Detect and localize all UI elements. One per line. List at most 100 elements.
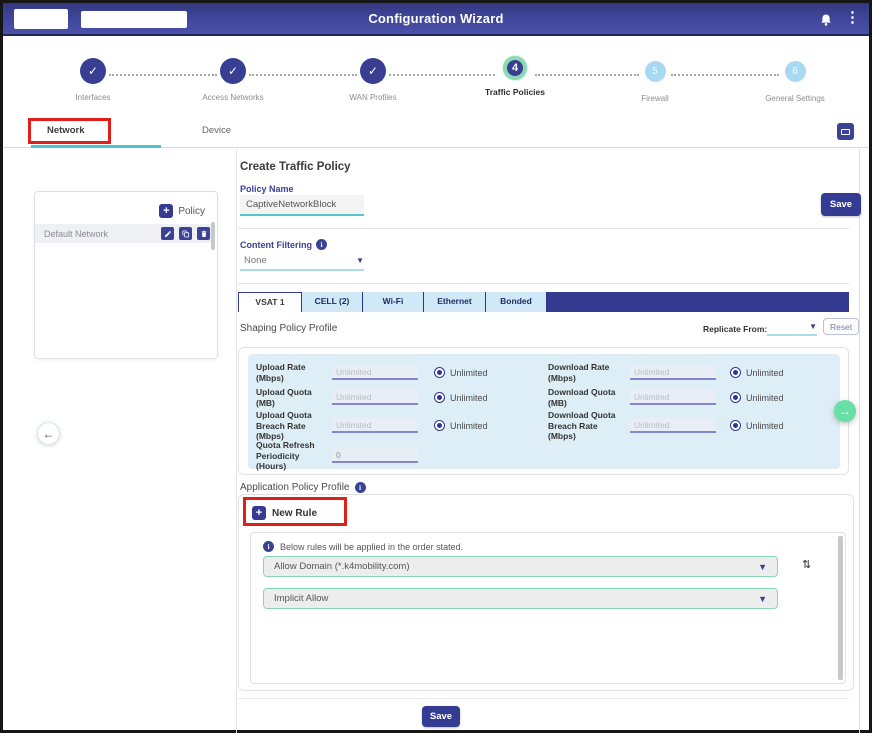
step-label: Access Networks — [173, 93, 293, 102]
download-breach-rate-input[interactable] — [630, 418, 716, 433]
step-number: 5 — [652, 66, 658, 77]
new-rule-button[interactable]: + New Rule — [252, 506, 317, 520]
stepper-step-firewall[interactable]: 5 Firewall — [595, 58, 715, 103]
replicate-from-label: Replicate From: — [703, 324, 767, 334]
footer-divider — [238, 698, 849, 699]
main-scroll-track[interactable] — [859, 149, 860, 733]
stepper-step-general-settings[interactable]: 6 General Settings — [735, 58, 855, 103]
stepper-step-wan-profiles[interactable]: ✓ WAN Profiles — [313, 58, 433, 102]
notifications-button[interactable] — [817, 11, 835, 29]
tab-ethernet[interactable]: Ethernet — [424, 292, 486, 312]
download-breach-unlimited-radio[interactable] — [730, 420, 741, 431]
field-label: Upload Quota (MB) — [256, 387, 328, 408]
back-button[interactable]: ← — [37, 422, 60, 445]
policy-name-input[interactable] — [240, 195, 364, 216]
download-quota-unlimited-radio[interactable] — [730, 392, 741, 403]
quota-refresh-field: Quota Refresh Periodicity (Hours) — [256, 440, 418, 472]
next-interface-button[interactable]: → — [834, 400, 856, 422]
copy-policy-button[interactable] — [179, 227, 192, 240]
shaping-profile-box: Upload Rate (Mbps) Unlimited Download Ra… — [238, 347, 849, 475]
window-icon — [841, 129, 850, 135]
download-rate-unlimited-radio[interactable] — [730, 367, 741, 378]
download-rate-input[interactable] — [630, 365, 716, 380]
upload-breach-rate-field: Upload Quota Breach Rate (Mbps) Unlimite… — [256, 410, 488, 442]
rules-info-row: i Below rules will be applied in the ord… — [263, 541, 463, 552]
save-button-bottom[interactable]: Save — [422, 706, 460, 727]
quota-refresh-input[interactable] — [332, 448, 418, 463]
info-icon: i — [263, 541, 274, 552]
tab-network[interactable]: Network — [47, 125, 84, 136]
upload-breach-rate-input[interactable] — [332, 418, 418, 433]
stepper-step-access-networks[interactable]: ✓ Access Networks — [173, 58, 293, 102]
app-window: { "header": { "title": "Configuration Wi… — [0, 0, 872, 733]
download-quota-input[interactable] — [630, 390, 716, 405]
top-header-bar: Configuration Wizard ⋮ — [3, 3, 869, 36]
active-tab-indicator — [31, 145, 161, 148]
field-label: Download Rate (Mbps) — [548, 362, 626, 383]
radio-label: Unlimited — [746, 393, 784, 403]
reorder-rule-handle[interactable]: ⇅ — [802, 558, 811, 571]
add-policy-label: Policy — [178, 206, 205, 217]
step-number: 4 — [512, 62, 518, 74]
step-label: Interfaces — [33, 93, 153, 102]
radio-label: Unlimited — [450, 368, 488, 378]
sidebar-divider — [236, 149, 237, 733]
field-label: Download Quota (MB) — [548, 387, 626, 408]
step-label: WAN Profiles — [313, 93, 433, 102]
interface-tab-strip: VSAT 1 CELL (2) Wi-Fi Ethernet Bonded — [238, 292, 849, 312]
radio-label: Unlimited — [746, 368, 784, 378]
kebab-menu-icon[interactable]: ⋮ — [845, 8, 859, 26]
upload-rate-unlimited-radio[interactable] — [434, 367, 445, 378]
radio-label: Unlimited — [450, 421, 488, 431]
reset-button[interactable]: Reset — [823, 318, 859, 335]
copy-icon — [182, 230, 190, 238]
field-label: Quota Refresh Periodicity (Hours) — [256, 440, 328, 472]
policy-list-item-default-network[interactable]: Default Network — [35, 224, 214, 243]
edit-policy-button[interactable] — [161, 227, 174, 240]
rule-dropdown-implicit-allow[interactable]: Implicit Allow ▼ — [263, 588, 778, 609]
policy-name-label: Policy Name — [240, 184, 294, 194]
save-button-top[interactable]: Save — [821, 193, 861, 216]
stepper-step-interfaces[interactable]: ✓ Interfaces — [33, 58, 153, 102]
upload-rate-field: Upload Rate (Mbps) Unlimited — [256, 362, 488, 383]
rule-value: Allow Domain (*.k4mobility.com) — [264, 561, 758, 572]
content-filtering-value: None — [240, 255, 356, 266]
stepper-step-traffic-policies[interactable]: 4 Traffic Policies — [455, 56, 575, 97]
rules-scrollbar[interactable] — [838, 536, 843, 680]
upload-breach-unlimited-radio[interactable] — [434, 420, 445, 431]
panel-scrollbar[interactable] — [211, 222, 215, 250]
upload-quota-input[interactable] — [332, 390, 418, 405]
tab-cell[interactable]: CELL (2) — [302, 292, 363, 312]
content-filtering-text: Content Filtering — [240, 240, 312, 250]
download-breach-rate-field: Download Quota Breach Rate (Mbps) Unlimi… — [548, 410, 784, 442]
download-quota-field: Download Quota (MB) Unlimited — [548, 387, 784, 408]
replicate-from-select[interactable]: ▼ — [767, 318, 817, 336]
tab-device[interactable]: Device — [202, 125, 231, 136]
content-filtering-select[interactable]: None ▼ — [240, 251, 364, 271]
field-label: Download Quota Breach Rate (Mbps) — [548, 410, 626, 442]
add-policy-button[interactable]: + Policy — [159, 204, 205, 218]
info-icon: i — [316, 239, 327, 250]
radio-label: Unlimited — [746, 421, 784, 431]
arrow-right-icon: → — [839, 404, 851, 418]
step-label: Firewall — [595, 94, 715, 103]
arrow-left-icon: ← — [43, 427, 55, 441]
tab-bonded[interactable]: Bonded — [486, 292, 547, 312]
rule-dropdown-allow-domain[interactable]: Allow Domain (*.k4mobility.com) ▼ — [263, 556, 778, 577]
plus-icon: + — [159, 204, 173, 218]
chevron-down-icon: ▼ — [758, 562, 777, 572]
check-icon: ✓ — [228, 64, 238, 78]
application-policy-box: + New Rule i Below rules will be applied… — [238, 494, 854, 691]
tab-wifi[interactable]: Wi-Fi — [363, 292, 424, 312]
upload-quota-unlimited-radio[interactable] — [434, 392, 445, 403]
popout-window-button[interactable] — [837, 123, 854, 140]
new-rule-label: New Rule — [272, 508, 317, 519]
check-icon: ✓ — [368, 64, 378, 78]
section-divider — [238, 283, 849, 284]
step-label: Traffic Policies — [455, 87, 575, 97]
chevron-down-icon: ▼ — [809, 322, 817, 331]
upload-rate-input[interactable] — [332, 365, 418, 380]
delete-policy-button[interactable] — [197, 227, 210, 240]
bell-icon — [819, 13, 833, 27]
tab-vsat-1[interactable]: VSAT 1 — [238, 292, 302, 312]
